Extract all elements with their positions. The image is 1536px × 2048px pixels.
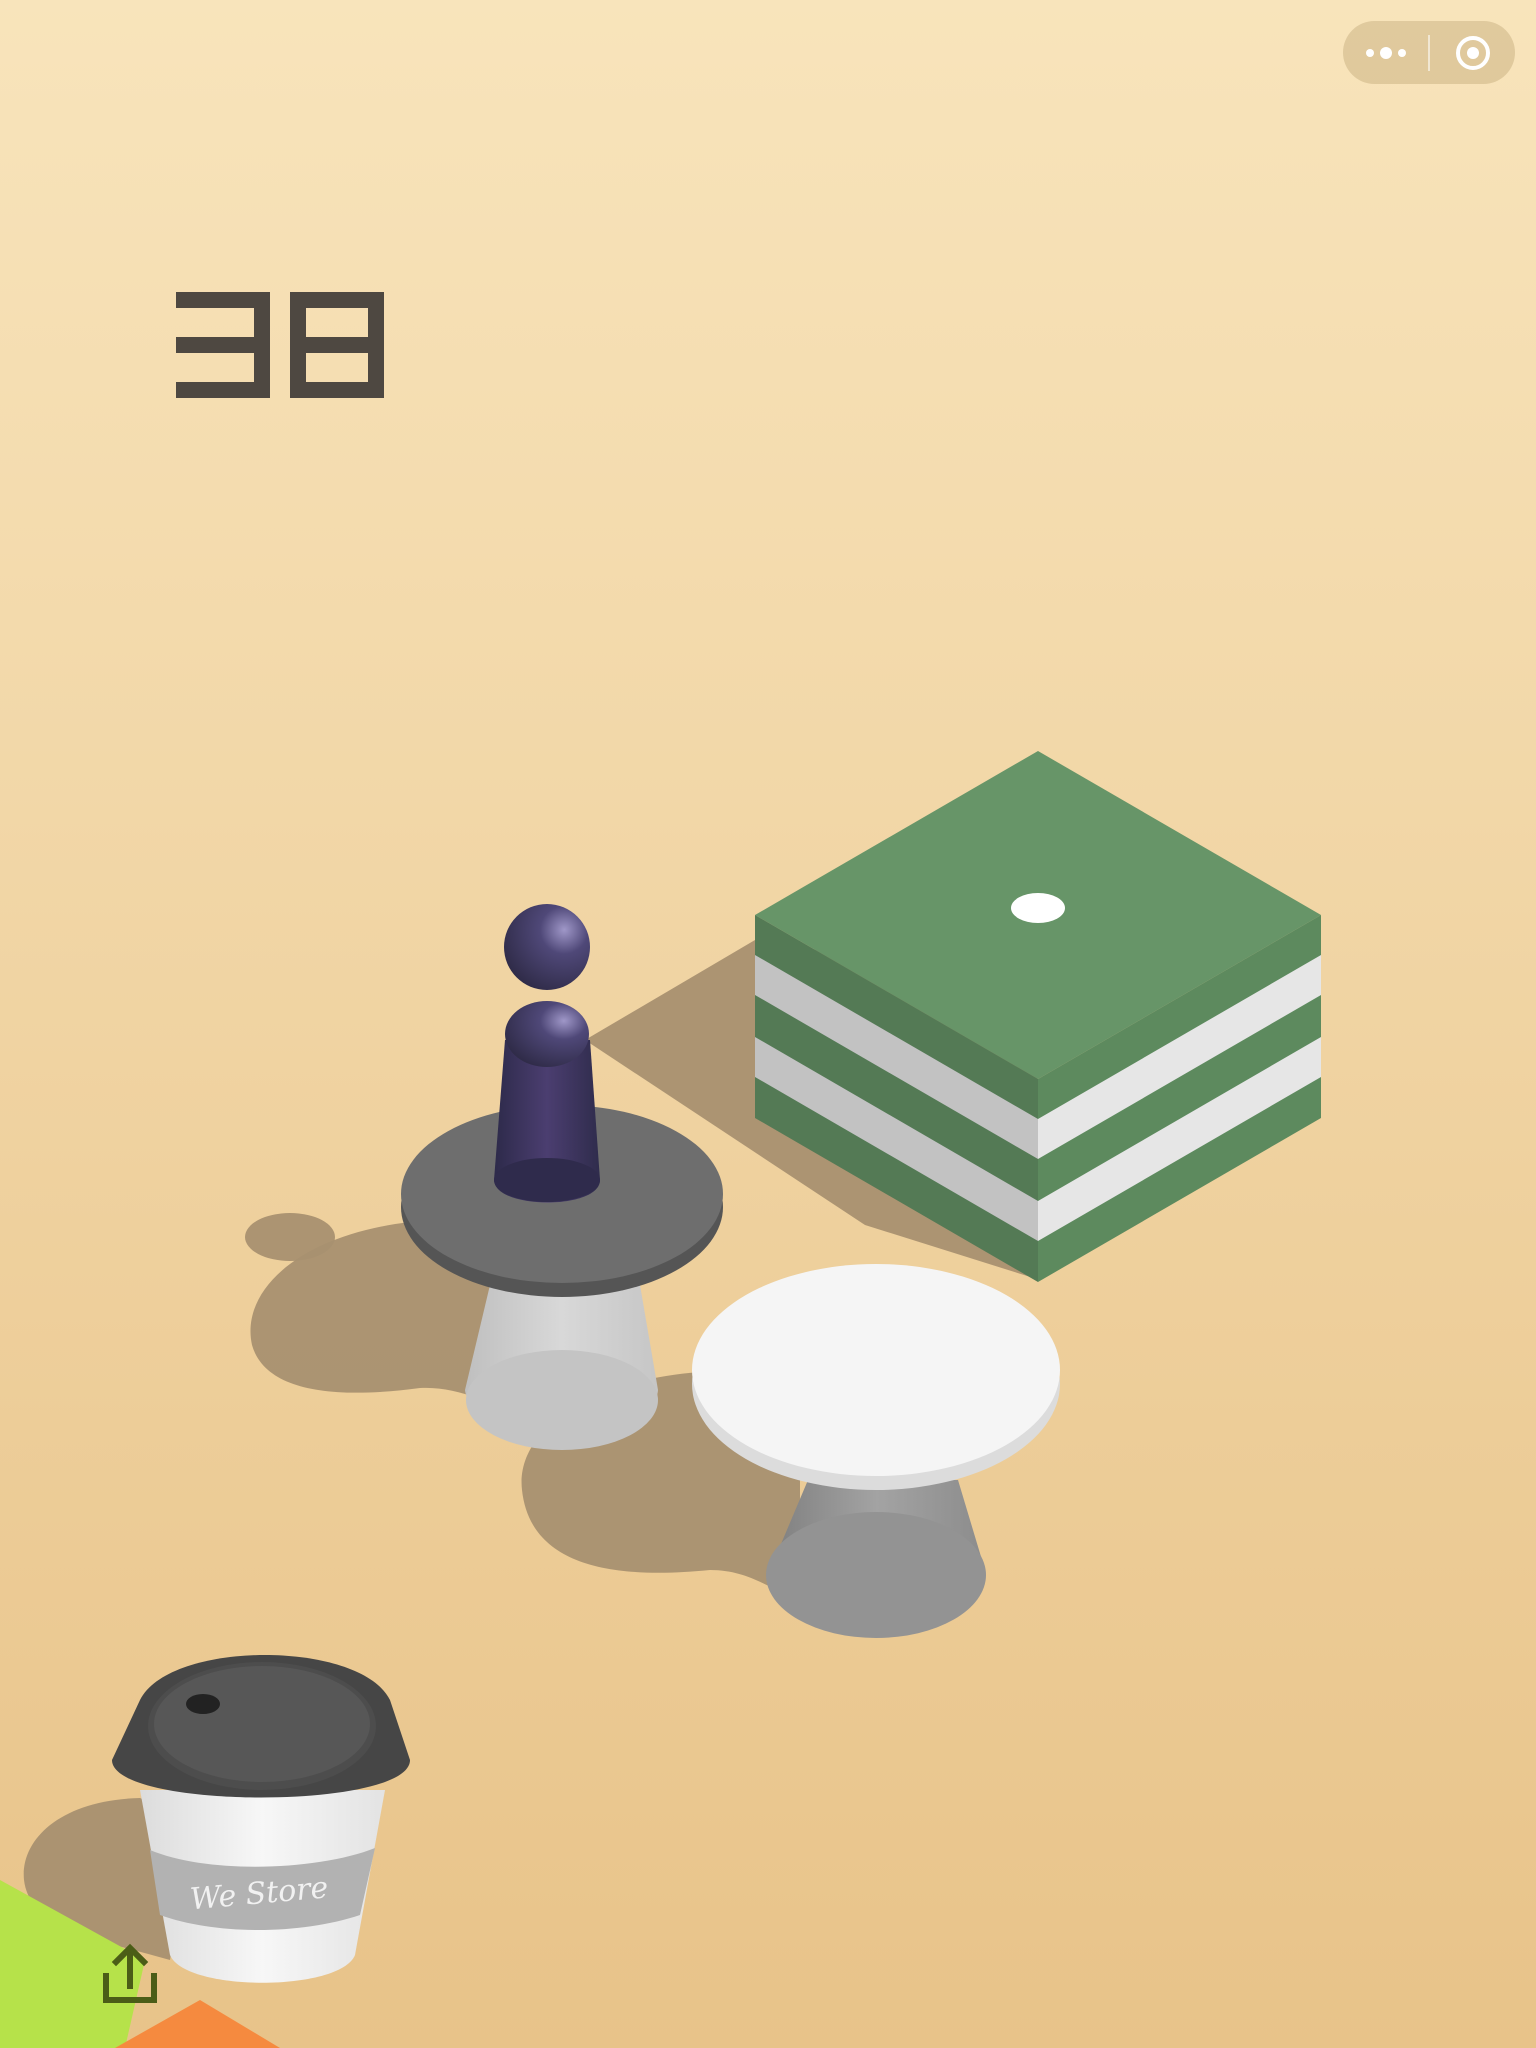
- mini-program-capsule: [1343, 21, 1515, 84]
- share-button[interactable]: [100, 1938, 160, 2008]
- more-button[interactable]: [1343, 21, 1428, 84]
- more-dots-icon: [1365, 46, 1406, 59]
- score-display: 38: [168, 280, 408, 420]
- target-circle-icon: [1455, 35, 1490, 70]
- share-upload-icon: [103, 1943, 157, 2003]
- target-dot: [1011, 893, 1065, 923]
- cup-lid-hole: [186, 1694, 220, 1714]
- score-digits: [176, 292, 384, 398]
- player-neck: [505, 1001, 589, 1067]
- player-piece: [494, 904, 600, 1203]
- player-head: [504, 904, 590, 990]
- white-table-top: [692, 1264, 1060, 1476]
- close-button[interactable]: [1430, 21, 1515, 84]
